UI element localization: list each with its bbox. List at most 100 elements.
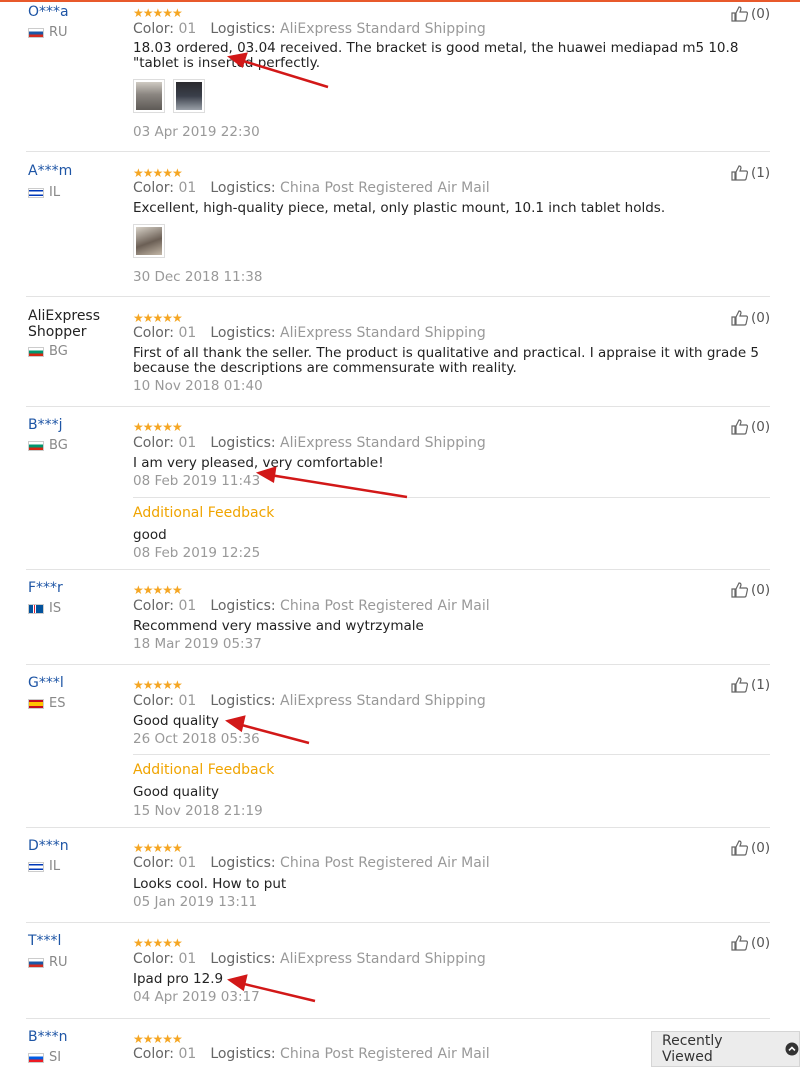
flag-icon xyxy=(28,604,44,614)
additional-feedback-heading: Additional Feedback xyxy=(133,762,275,778)
review-divider xyxy=(26,827,770,828)
helpful-button[interactable]: (0) xyxy=(731,419,770,435)
color-label: Color: xyxy=(133,855,175,871)
review-text: Recommend very massive and wytrzymale xyxy=(133,618,424,634)
rating-stars: ★★★★★ xyxy=(133,6,183,20)
logistics-value: AliExpress Standard Shipping xyxy=(280,693,486,709)
logistics-label: Logistics: xyxy=(210,1046,276,1062)
thumbs-up-icon xyxy=(731,6,749,22)
review-photo-thumbnail[interactable] xyxy=(133,79,165,113)
helpful-button[interactable]: (0) xyxy=(731,840,770,856)
reviewer-country: ES xyxy=(28,696,65,712)
review-divider xyxy=(26,151,770,152)
review-photo-thumbnail[interactable] xyxy=(173,79,205,113)
review-text: 18.03 ordered, 03.04 received. The brack… xyxy=(133,40,739,71)
additional-feedback-divider xyxy=(133,754,770,755)
review-divider xyxy=(26,406,770,407)
review-photo-thumbnail[interactable] xyxy=(133,224,165,258)
review-meta: Color: 01 Logistics: AliExpress Standard … xyxy=(133,435,486,451)
review-date: 30 Dec 2018 11:38 xyxy=(133,269,263,285)
reviewer-name[interactable]: AliExpress Shopper xyxy=(28,308,118,340)
country-code: ES xyxy=(49,696,66,711)
reviewer-name[interactable]: B***n xyxy=(28,1029,67,1045)
logistics-value: AliExpress Standard Shipping xyxy=(280,325,486,341)
color-label: Color: xyxy=(133,180,175,196)
thumbs-up-icon xyxy=(731,419,749,435)
logistics-value: AliExpress Standard Shipping xyxy=(280,951,486,967)
color-label: Color: xyxy=(133,598,175,614)
country-code: IL xyxy=(49,185,61,200)
country-code: BG xyxy=(49,438,68,453)
flag-icon xyxy=(28,1053,44,1063)
color-value: 01 xyxy=(178,21,197,37)
review-text: Looks cool. How to put xyxy=(133,876,287,892)
logistics-label: Logistics: xyxy=(210,855,276,871)
helpful-button[interactable]: (1) xyxy=(731,677,770,693)
country-code: IS xyxy=(49,601,62,616)
rating-stars: ★★★★★ xyxy=(133,166,183,180)
country-code: BG xyxy=(49,344,68,359)
additional-feedback-date: 08 Feb 2019 12:25 xyxy=(133,545,261,561)
reviewer-name[interactable]: B***j xyxy=(28,417,63,433)
color-value: 01 xyxy=(178,1046,197,1062)
reviewer-name[interactable]: D***n xyxy=(28,838,69,854)
rating-stars: ★★★★★ xyxy=(133,841,183,855)
rating-stars: ★★★★★ xyxy=(133,583,183,597)
color-label: Color: xyxy=(133,21,175,37)
helpful-count: (0) xyxy=(751,582,771,598)
reviewer-name[interactable]: T***l xyxy=(28,933,61,949)
country-code: SI xyxy=(49,1050,62,1065)
color-label: Color: xyxy=(133,1046,175,1062)
helpful-button[interactable]: (0) xyxy=(731,6,770,22)
logistics-value: China Post Registered Air Mail xyxy=(280,1046,490,1062)
flag-icon xyxy=(28,441,44,451)
review-text: Excellent, high-quality piece, metal, on… xyxy=(133,200,666,216)
review-divider xyxy=(26,296,770,297)
reviewer-name[interactable]: F***r xyxy=(28,580,63,596)
logistics-label: Logistics: xyxy=(210,21,276,37)
rating-stars: ★★★★★ xyxy=(133,1032,183,1046)
review-text: I am very pleased, very comfortable! xyxy=(133,455,384,471)
logistics-value: AliExpress Standard Shipping xyxy=(280,21,486,37)
review-meta: Color: 01 Logistics: China Post Registere… xyxy=(133,598,490,614)
helpful-button[interactable]: (0) xyxy=(731,582,770,598)
logistics-label: Logistics: xyxy=(210,325,276,341)
logistics-label: Logistics: xyxy=(210,598,276,614)
recently-viewed-label: Recently Viewed xyxy=(662,1033,723,1065)
review-meta: Color: 01 Logistics: China Post Registere… xyxy=(133,1046,490,1062)
logistics-value: China Post Registered Air Mail xyxy=(280,598,490,614)
additional-feedback-divider xyxy=(133,497,770,498)
review-text: Ipad pro 12.9 xyxy=(133,971,224,987)
rating-stars: ★★★★★ xyxy=(133,678,183,692)
thumbs-up-icon xyxy=(731,677,749,693)
recently-viewed-button[interactable]: Recently Viewed xyxy=(651,1031,800,1067)
reviewer-name[interactable]: O***a xyxy=(28,4,69,20)
reviewer-name[interactable]: G***l xyxy=(28,675,64,691)
review-meta: Color: 01 Logistics: AliExpress Standard … xyxy=(133,21,486,37)
review-date: 05 Jan 2019 13:11 xyxy=(133,894,258,910)
review-date: 08 Feb 2019 11:43 xyxy=(133,473,261,489)
country-code: IL xyxy=(49,859,61,874)
color-value: 01 xyxy=(178,325,197,341)
flag-icon xyxy=(28,188,44,198)
helpful-count: (0) xyxy=(751,310,771,326)
review-date: 03 Apr 2019 22:30 xyxy=(133,124,260,140)
additional-feedback-text: good xyxy=(133,527,167,543)
rating-stars: ★★★★★ xyxy=(133,936,183,950)
flag-icon xyxy=(28,862,44,872)
logistics-value: China Post Registered Air Mail xyxy=(280,180,490,196)
logistics-value: China Post Registered Air Mail xyxy=(280,855,490,871)
helpful-button[interactable]: (1) xyxy=(731,165,770,181)
color-value: 01 xyxy=(178,435,197,451)
rating-stars: ★★★★★ xyxy=(133,420,183,434)
helpful-button[interactable]: (0) xyxy=(731,310,770,326)
country-code: RU xyxy=(49,25,68,40)
helpful-button[interactable]: (0) xyxy=(731,935,770,951)
reviewer-country: RU xyxy=(28,955,68,971)
top-accent-line xyxy=(0,0,800,2)
reviewer-name[interactable]: A***m xyxy=(28,163,72,179)
review-meta: Color: 01 Logistics: China Post Registere… xyxy=(133,855,490,871)
review-divider xyxy=(26,1018,770,1019)
review-divider xyxy=(26,664,770,665)
reviewer-country: IL xyxy=(28,859,60,875)
